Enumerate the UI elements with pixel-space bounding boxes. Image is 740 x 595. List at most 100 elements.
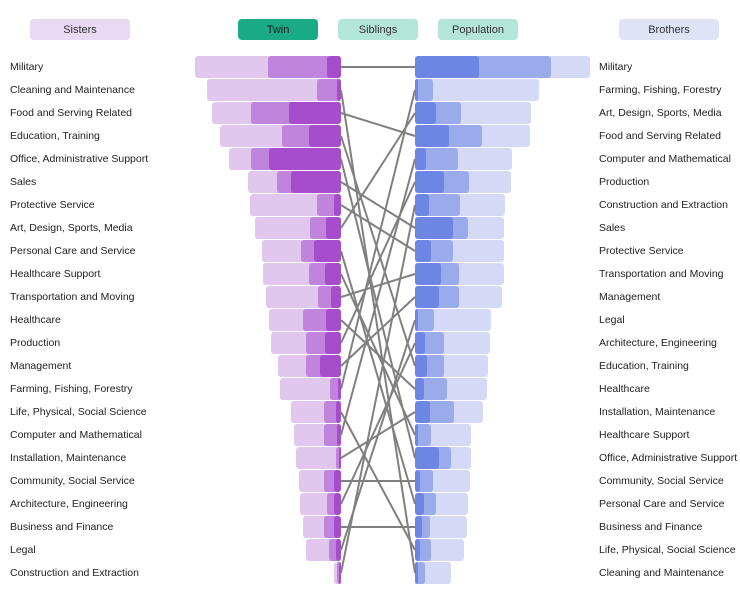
sisters-bar-twin-community-social-service xyxy=(334,470,341,492)
brothers-label-legal: Legal xyxy=(599,314,625,326)
brothers-bar-twin-office-administrative-support xyxy=(415,447,439,469)
sisters-bars xyxy=(195,56,341,584)
sisters-label-education-training: Education, Training xyxy=(10,130,100,142)
brothers-bar-twin-education-training xyxy=(415,355,427,377)
brothers-bar-twin-cleaning-and-maintenance xyxy=(415,562,418,584)
sisters-label-healthcare-support: Healthcare Support xyxy=(10,268,101,280)
brothers-bar-twin-sales xyxy=(415,217,453,239)
sisters-bar-twin-cleaning-and-maintenance xyxy=(337,79,341,101)
sisters-label-art-design-sports-media: Art, Design, Sports, Media xyxy=(10,222,133,234)
brothers-bar-twin-protective-service xyxy=(415,240,431,262)
sisters-label-legal: Legal xyxy=(10,544,36,556)
sisters-label-life-physical-social-science: Life, Physical, Social Science xyxy=(10,406,147,418)
sisters-label-business-and-finance: Business and Finance xyxy=(10,521,113,533)
brothers-label-management: Management xyxy=(599,291,660,303)
sisters-bar-twin-office-administrative-support xyxy=(269,148,341,170)
sisters-bar-twin-personal-care-and-service xyxy=(314,240,341,262)
brothers-bar-twin-food-and-serving-related xyxy=(415,125,449,147)
sisters-label-food-and-serving-related: Food and Serving Related xyxy=(10,107,132,119)
sisters-label-production: Production xyxy=(10,337,60,349)
brothers-label-food-and-serving-related: Food and Serving Related xyxy=(599,130,721,142)
brothers-bar-twin-construction-and-extraction xyxy=(415,194,429,216)
brothers-label-healthcare: Healthcare xyxy=(599,383,650,395)
sisters-bar-population-installation-maintenance xyxy=(296,447,341,469)
brothers-label-life-physical-social-science: Life, Physical, Social Science xyxy=(599,544,736,556)
brothers-label-sales: Sales xyxy=(599,222,625,234)
brothers-bar-twin-computer-and-mathematical xyxy=(415,148,426,170)
sisters-label-management: Management xyxy=(10,360,71,372)
sisters-labels: Military Cleaning and Maintenance Food and… xyxy=(10,61,148,579)
sisters-bar-twin-business-and-finance xyxy=(334,516,341,538)
brothers-label-cleaning-and-maintenance: Cleaning and Maintenance xyxy=(599,567,724,579)
sisters-label-architecture-engineering: Architecture, Engineering xyxy=(10,498,128,510)
brothers-label-art-design-sports-media: Art, Design, Sports, Media xyxy=(599,107,722,119)
sisters-label-community-social-service: Community, Social Service xyxy=(10,475,135,487)
sisters-bar-twin-protective-service xyxy=(334,194,341,216)
brothers-label-personal-care-and-service: Personal Care and Service xyxy=(599,498,725,510)
brothers-bar-twin-art-design-sports-media xyxy=(415,102,436,124)
brothers-bar-twin-legal xyxy=(415,309,418,331)
sisters-label-office-administrative-support: Office, Administrative Support xyxy=(10,153,148,165)
brothers-label-protective-service: Protective Service xyxy=(599,245,684,257)
sisters-bar-twin-management xyxy=(320,355,341,377)
connector-farming-fishing-forestry xyxy=(340,89,416,390)
brothers-bar-twin-production xyxy=(415,171,444,193)
brothers-label-healthcare-support: Healthcare Support xyxy=(599,429,690,441)
brothers-label-installation-maintenance: Installation, Maintenance xyxy=(599,406,715,418)
sisters-label-construction-and-extraction: Construction and Extraction xyxy=(10,567,139,579)
sisters-bar-twin-military xyxy=(327,56,341,78)
brothers-bar-twin-life-physical-social-science xyxy=(415,539,420,561)
brothers-bar-twin-business-and-finance xyxy=(415,516,422,538)
brothers-bar-twin-military xyxy=(415,56,479,78)
sisters-label-cleaning-and-maintenance: Cleaning and Maintenance xyxy=(10,84,135,96)
brothers-bar-twin-installation-maintenance xyxy=(415,401,430,423)
sisters-bar-twin-architecture-engineering xyxy=(334,493,341,515)
sisters-label-personal-care-and-service: Personal Care and Service xyxy=(10,245,136,257)
ranking-chart: Military Cleaning and Maintenance Food and… xyxy=(10,56,737,584)
sisters-label-computer-and-mathematical: Computer and Mathematical xyxy=(10,429,142,441)
sisters-bar-twin-sales xyxy=(291,171,341,193)
sisters-bar-twin-computer-and-mathematical xyxy=(337,424,341,446)
brothers-bar-twin-transportation-and-moving xyxy=(415,263,441,285)
brothers-label-architecture-engineering: Architecture, Engineering xyxy=(599,337,717,349)
sisters-label-military: Military xyxy=(10,61,44,73)
brothers-bars xyxy=(415,56,590,584)
brothers-label-transportation-and-moving: Transportation and Moving xyxy=(599,268,724,280)
sisters-bar-twin-art-design-sports-media xyxy=(326,217,341,239)
brothers-bar-twin-farming-fishing-forestry xyxy=(415,79,418,101)
sisters-bar-twin-installation-maintenance xyxy=(339,447,341,469)
sisters-bar-twin-healthcare xyxy=(326,309,341,331)
brothers-label-community-social-service: Community, Social Service xyxy=(599,475,724,487)
sisters-bar-twin-transportation-and-moving xyxy=(331,286,341,308)
sisters-bar-twin-legal xyxy=(336,539,341,561)
brothers-labels: Military Farming, Fishing, Forestry Art, D… xyxy=(599,61,737,579)
brothers-bar-population-farming-fishing-forestry xyxy=(415,79,539,101)
sisters-label-protective-service: Protective Service xyxy=(10,199,95,211)
brothers-bar-twin-architecture-engineering xyxy=(415,332,425,354)
sisters-bar-twin-life-physical-social-science xyxy=(336,401,341,423)
sisters-label-farming-fishing-forestry: Farming, Fishing, Forestry xyxy=(10,383,133,395)
connector-lines xyxy=(340,66,416,574)
brothers-label-office-administrative-support: Office, Administrative Support xyxy=(599,452,737,464)
brothers-bar-twin-community-social-service xyxy=(415,470,420,492)
brothers-label-construction-and-extraction: Construction and Extraction xyxy=(599,199,728,211)
sisters-label-sales: Sales xyxy=(10,176,36,188)
sisters-label-healthcare: Healthcare xyxy=(10,314,61,326)
brothers-label-production: Production xyxy=(599,176,649,188)
brothers-label-business-and-finance: Business and Finance xyxy=(599,521,702,533)
sisters-bar-twin-food-and-serving-related xyxy=(289,102,341,124)
brothers-label-farming-fishing-forestry: Farming, Fishing, Forestry xyxy=(599,84,722,96)
sisters-label-installation-maintenance: Installation, Maintenance xyxy=(10,452,126,464)
brothers-label-military: Military xyxy=(599,61,633,73)
brothers-bar-twin-management xyxy=(415,286,439,308)
brothers-label-education-training: Education, Training xyxy=(599,360,689,372)
brothers-bar-twin-healthcare-support xyxy=(415,424,418,446)
sisters-bar-twin-education-training xyxy=(309,125,341,147)
sisters-label-transportation-and-moving: Transportation and Moving xyxy=(10,291,135,303)
brothers-bar-twin-personal-care-and-service xyxy=(415,493,424,515)
brothers-label-computer-and-mathematical: Computer and Mathematical xyxy=(599,153,731,165)
sisters-bar-twin-construction-and-extraction xyxy=(339,562,341,584)
sisters-bar-twin-farming-fishing-forestry xyxy=(338,378,341,400)
sisters-bar-twin-production xyxy=(325,332,341,354)
sisters-bar-twin-healthcare-support xyxy=(325,263,341,285)
